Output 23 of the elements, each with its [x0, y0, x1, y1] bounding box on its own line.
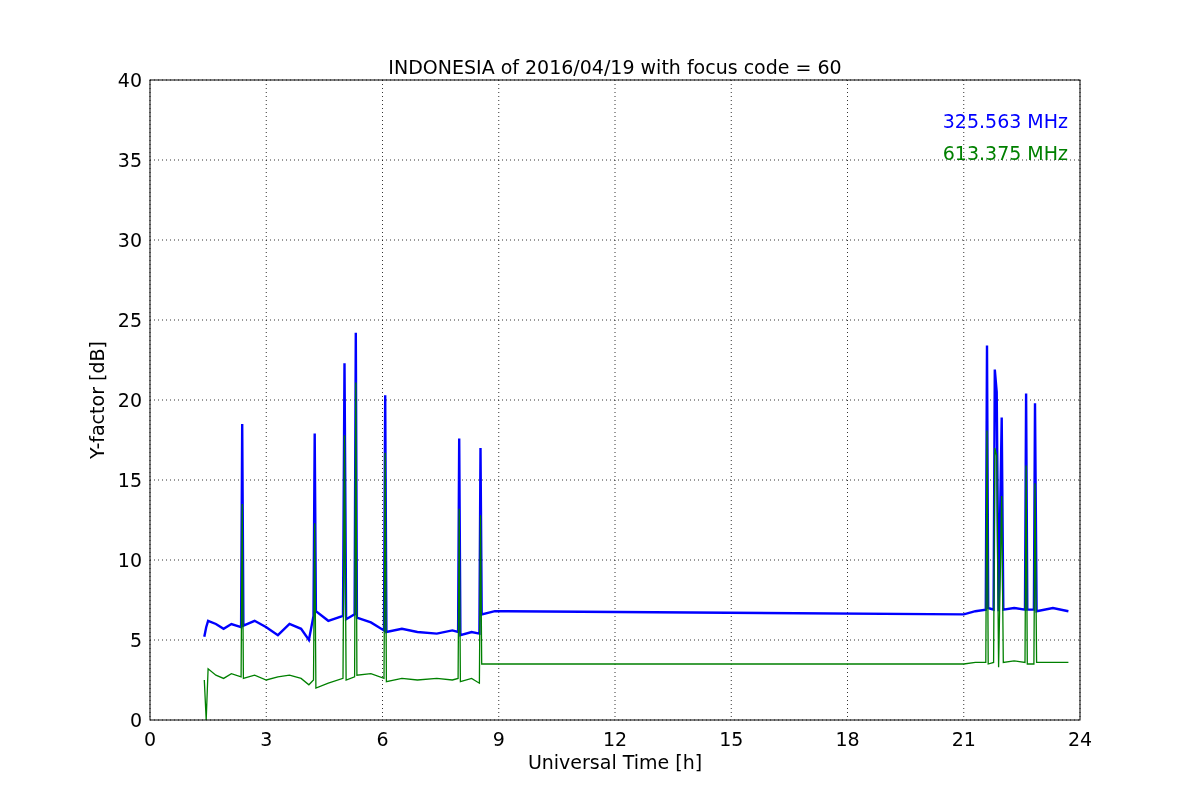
y-tick-label: 20	[117, 389, 142, 411]
x-tick-label: 15	[719, 728, 744, 750]
y-tick-label: 35	[117, 149, 142, 171]
x-tick-label: 12	[602, 728, 628, 750]
x-tick-label: 6	[376, 728, 389, 750]
x-tick-label: 24	[1067, 728, 1093, 750]
y-tick-label: 30	[117, 229, 142, 251]
x-tick-label: 18	[835, 728, 860, 750]
legend-label: 613.375 MHz	[942, 142, 1068, 164]
chart-title: INDONESIA of 2016/04/19 with focus code = 60	[388, 56, 842, 78]
y-tick-label: 5	[129, 629, 142, 651]
y-tick-label: 0	[129, 709, 142, 731]
x-axis-label: Universal Time [h]	[527, 751, 703, 773]
legend-label: 325.563 MHz	[942, 110, 1068, 132]
x-tick-label: 21	[951, 728, 976, 750]
x-tick-label: 9	[492, 728, 505, 750]
y-axis-label: Y-factor [dB]	[86, 341, 108, 459]
y-tick-label: 10	[117, 549, 142, 571]
x-tick-label: 3	[260, 728, 273, 750]
y-tick-label: 25	[117, 309, 142, 331]
y-tick-label: 15	[117, 469, 142, 491]
y-tick-label: 40	[117, 69, 142, 91]
x-tick-label: 0	[143, 728, 157, 750]
